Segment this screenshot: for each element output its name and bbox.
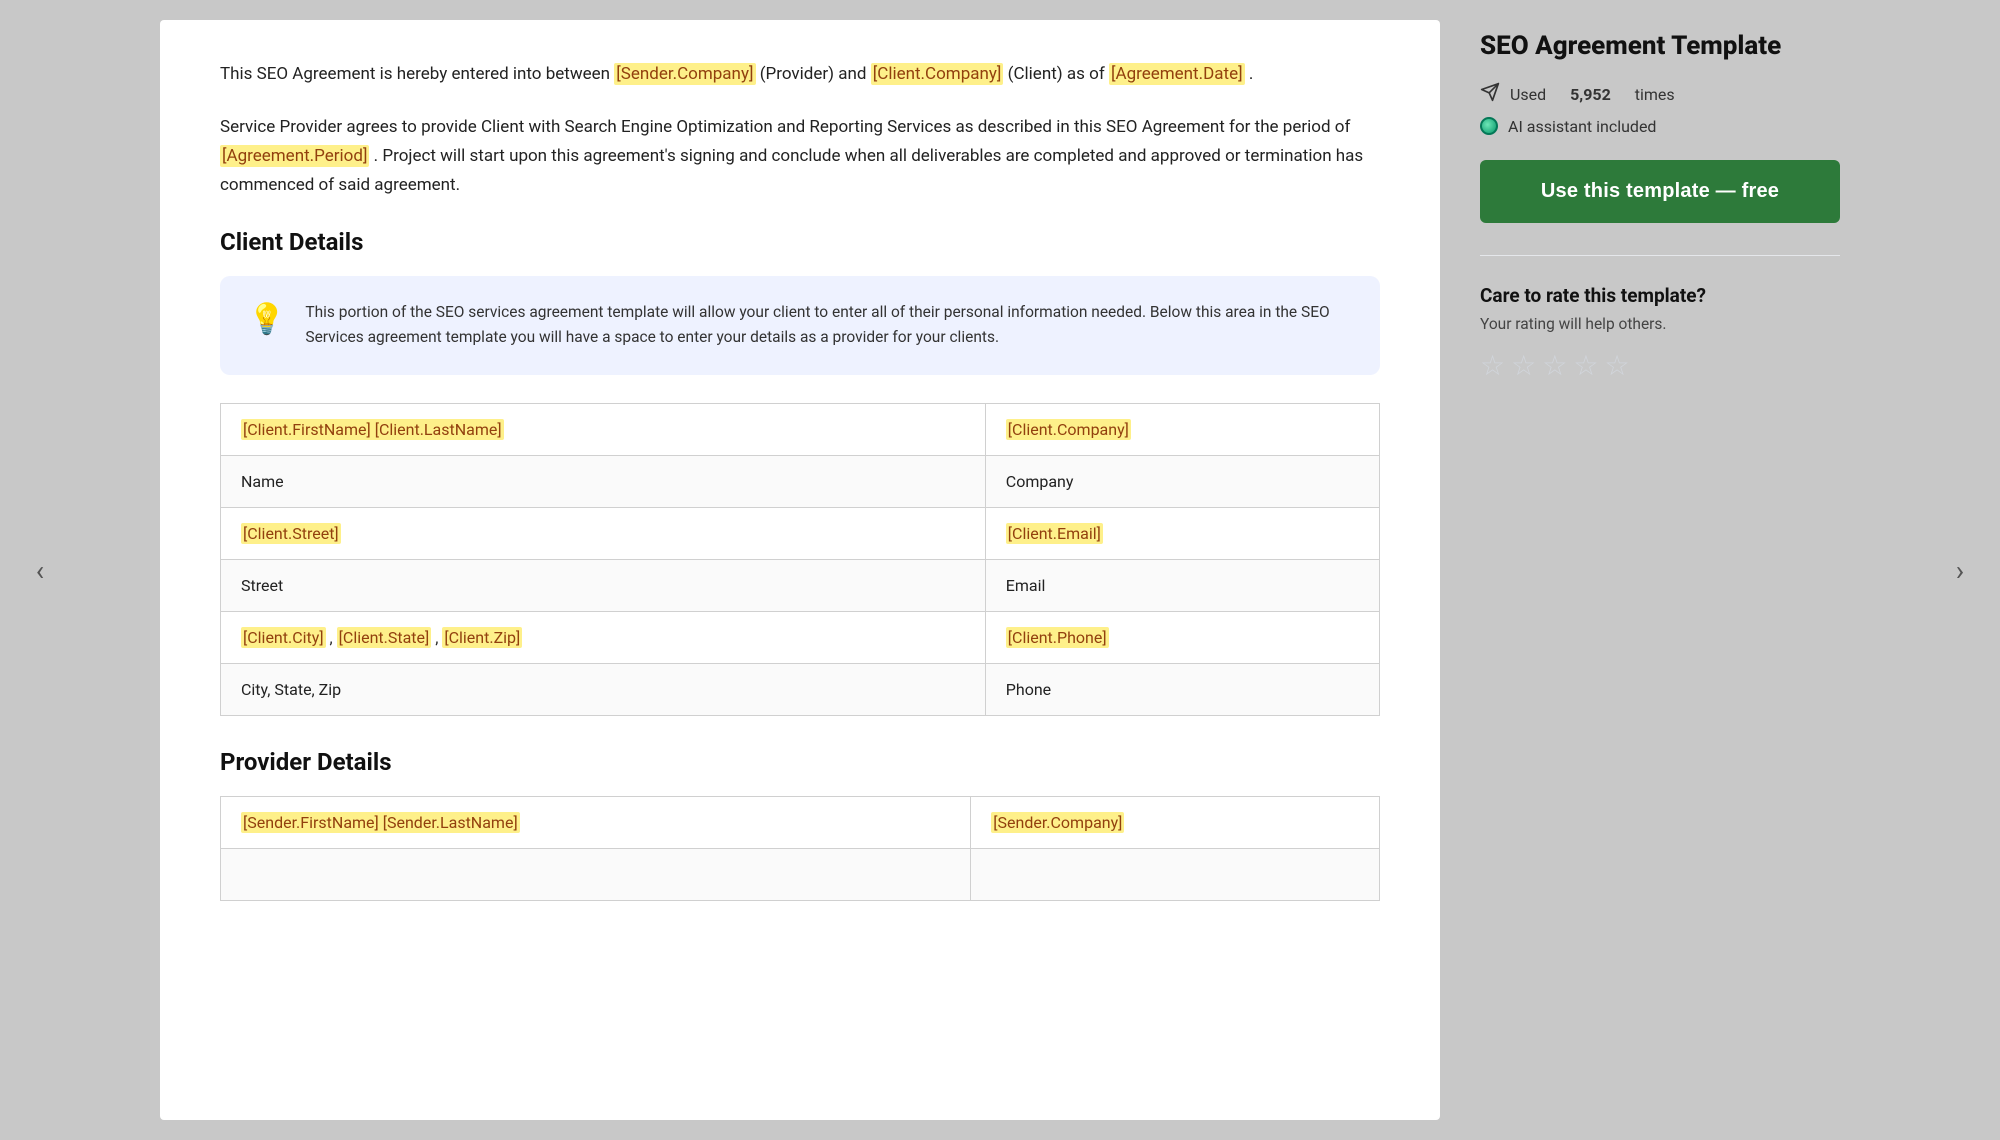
client-company-var-cell: [Client.Company]: [985, 403, 1379, 455]
ai-label: AI assistant included: [1508, 117, 1656, 136]
client-firstname-var: [Client.FirstName] [Client.LastName]: [241, 419, 504, 440]
intro-paragraph-1: This SEO Agreement is hereby entered int…: [220, 60, 1380, 89]
client-phone-var: [Client.Phone]: [1006, 627, 1109, 648]
rating-subtitle: Your rating will help others.: [1480, 315, 1840, 333]
intro-text-before: This SEO Agreement is hereby entered int…: [220, 64, 610, 84]
star-2[interactable]: ☆: [1511, 349, 1536, 382]
sender-firstname-var: [Sender.FirstName] [Sender.LastName]: [241, 812, 520, 833]
sender-company-table-var: [Sender.Company]: [991, 812, 1124, 833]
star-4[interactable]: ☆: [1573, 349, 1598, 382]
star-1[interactable]: ☆: [1480, 349, 1505, 382]
table-row: Name Company: [221, 455, 1380, 507]
client-city-var-cell: [Client.City] , [Client.State] , [Client…: [221, 611, 986, 663]
table-row: [Client.Street] [Client.Email]: [221, 507, 1380, 559]
provider-company-label-cell: [971, 848, 1380, 900]
intro-text-mid: (Provider): [760, 64, 834, 84]
client-phone-var-cell: [Client.Phone]: [985, 611, 1379, 663]
agreement-date-var: [Agreement.Date]: [1109, 63, 1245, 85]
stars-container: ☆ ☆ ☆ ☆ ☆: [1480, 349, 1840, 382]
table-row: [221, 848, 1380, 900]
ai-dot-icon: [1480, 117, 1498, 135]
left-arrow-icon: ‹: [36, 554, 44, 587]
used-label: Used: [1510, 85, 1546, 104]
client-details-heading: Client Details: [220, 228, 1380, 256]
document-area: This SEO Agreement is hereby entered int…: [160, 20, 1440, 1120]
sidebar: SEO Agreement Template Used 5,952 times: [1480, 20, 1840, 1120]
street-label-cell: Street: [221, 559, 986, 611]
client-city-var: [Client.City]: [241, 627, 326, 648]
right-arrow-icon: ›: [1956, 554, 1964, 587]
provider-details-table: [Sender.FirstName] [Sender.LastName] [Se…: [220, 796, 1380, 901]
phone-label-cell: Phone: [985, 663, 1379, 715]
table-row: [Sender.FirstName] [Sender.LastName] [Se…: [221, 796, 1380, 848]
star-3[interactable]: ☆: [1542, 349, 1567, 382]
email-label-cell: Email: [985, 559, 1379, 611]
info-box-text: This portion of the SEO services agreeme…: [305, 300, 1352, 351]
sidebar-meta: Used 5,952 times AI assistant included: [1480, 82, 1840, 136]
ai-assistant-item: AI assistant included: [1480, 117, 1840, 136]
star-5[interactable]: ☆: [1604, 349, 1629, 382]
provider-details-heading: Provider Details: [220, 748, 1380, 776]
usage-count: 5,952: [1570, 85, 1611, 104]
main-content: This SEO Agreement is hereby entered int…: [80, 0, 1920, 1140]
use-template-button[interactable]: Use this template — free: [1480, 160, 1840, 223]
client-name-var-cell: [Client.FirstName] [Client.LastName]: [221, 403, 986, 455]
rating-section: Care to rate this template? Your rating …: [1480, 255, 1840, 382]
name-label-cell: Name: [221, 455, 986, 507]
info-box: 💡 This portion of the SEO services agree…: [220, 276, 1380, 375]
sender-company-var-cell: [Sender.Company]: [971, 796, 1380, 848]
sender-name-var-cell: [Sender.FirstName] [Sender.LastName]: [221, 796, 971, 848]
rating-heading: Care to rate this template?: [1480, 284, 1840, 307]
page-wrapper: ‹ › This SEO Agreement is hereby entered…: [0, 0, 2000, 1140]
client-details-table: [Client.FirstName] [Client.LastName] [Cl…: [220, 403, 1380, 716]
client-zip-var: [Client.Zip]: [442, 627, 522, 648]
client-company-var: [Client.Company]: [871, 63, 1004, 85]
intro-text-client: (Client) as of: [1008, 64, 1109, 84]
sender-company-var: [Sender.Company]: [614, 63, 755, 85]
table-row: Street Email: [221, 559, 1380, 611]
table-row: [Client.City] , [Client.State] , [Client…: [221, 611, 1380, 663]
lightbulb-icon: 💡: [248, 302, 285, 337]
intro-paragraph-2: Service Provider agrees to provide Clien…: [220, 113, 1380, 200]
company-label-cell: Company: [985, 455, 1379, 507]
usage-count-item: Used 5,952 times: [1480, 82, 1840, 107]
para2-after: . Project will start upon this agreement…: [220, 146, 1363, 195]
client-state-var: [Client.State]: [337, 627, 432, 648]
sidebar-title: SEO Agreement Template: [1480, 30, 1840, 64]
left-nav-arrow[interactable]: ‹: [0, 530, 80, 610]
provider-name-label-cell: [221, 848, 971, 900]
client-company-table-var: [Client.Company]: [1006, 419, 1131, 440]
send-icon: [1480, 82, 1500, 107]
client-email-var: [Client.Email]: [1006, 523, 1103, 544]
intro-text-and: and: [838, 64, 870, 84]
client-email-var-cell: [Client.Email]: [985, 507, 1379, 559]
right-nav-arrow[interactable]: ›: [1920, 530, 2000, 610]
intro-text-end: .: [1249, 64, 1253, 84]
city-state-zip-label-cell: City, State, Zip: [221, 663, 986, 715]
table-row: City, State, Zip Phone: [221, 663, 1380, 715]
agreement-period-var: [Agreement.Period]: [220, 145, 369, 167]
times-label: times: [1635, 85, 1675, 104]
table-row: [Client.FirstName] [Client.LastName] [Cl…: [221, 403, 1380, 455]
client-street-var: [Client.Street]: [241, 523, 341, 544]
para2-before: Service Provider agrees to provide Clien…: [220, 117, 1350, 137]
comma1: ,: [330, 628, 337, 647]
client-street-var-cell: [Client.Street]: [221, 507, 986, 559]
